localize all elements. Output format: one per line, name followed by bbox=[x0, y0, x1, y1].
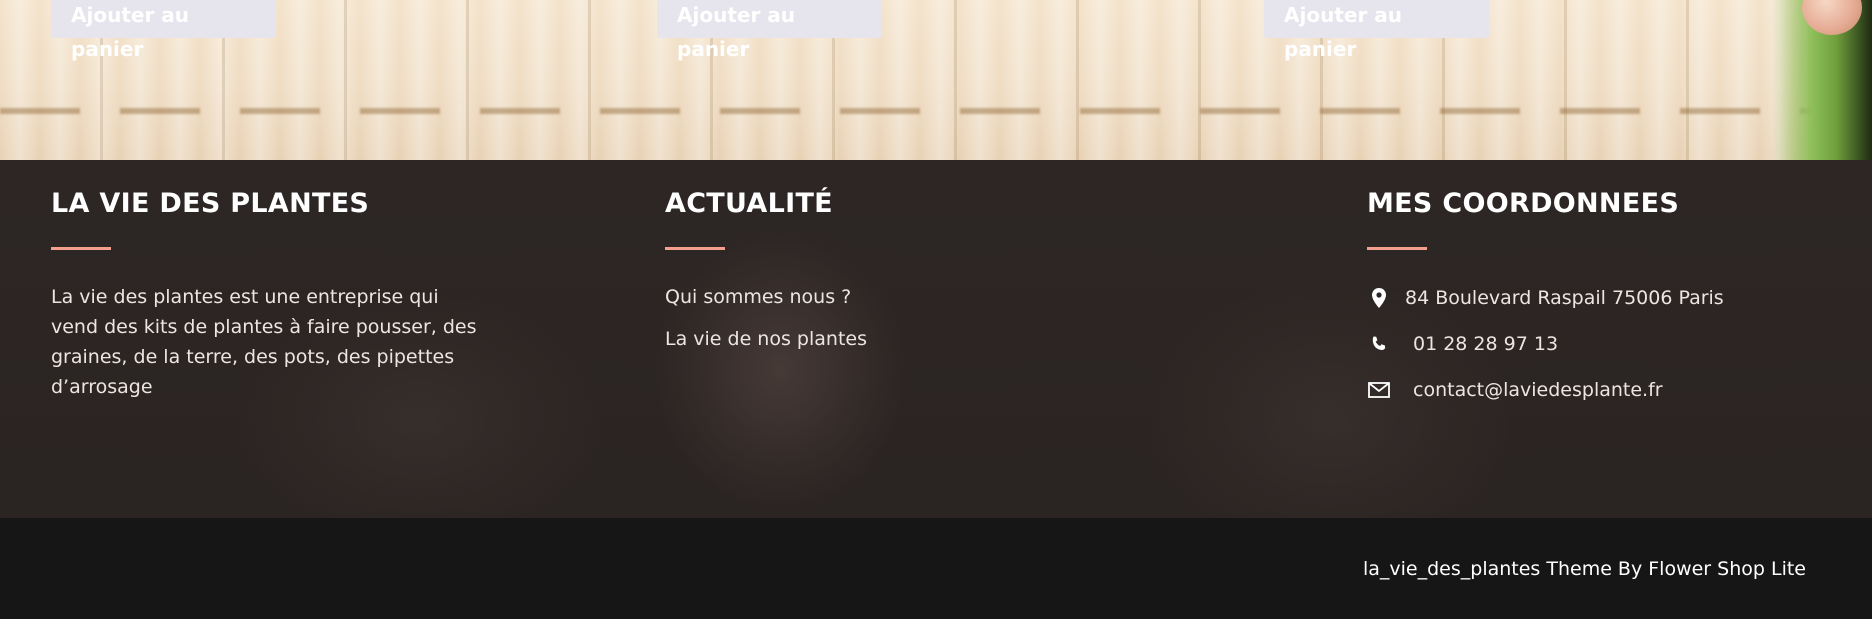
news-link-about-us[interactable]: Qui sommes nous ? bbox=[665, 286, 867, 308]
footer-news-title: ACTUALITÉ bbox=[665, 188, 833, 219]
footer-contact-column: MES COORDONNEES 84 Boulevard Raspail 750… bbox=[1367, 188, 1724, 402]
contact-address: 84 Boulevard Raspail 75006 Paris bbox=[1367, 286, 1724, 310]
theme-credit: la_vie_des_plantes Theme By Flower Shop … bbox=[1362, 558, 1806, 580]
title-underline bbox=[665, 247, 725, 250]
contact-phone-text: 01 28 28 97 13 bbox=[1413, 333, 1559, 355]
background-weave bbox=[0, 108, 1872, 114]
flower-decoration bbox=[1772, 0, 1872, 160]
map-marker-icon bbox=[1367, 286, 1391, 310]
footer-contact-title: MES COORDONNEES bbox=[1367, 188, 1680, 219]
phone-icon bbox=[1367, 332, 1391, 356]
contact-phone: 01 28 28 97 13 bbox=[1367, 332, 1724, 356]
add-to-cart-button[interactable]: Ajouter au panier bbox=[1264, 0, 1489, 61]
footer-news-column: ACTUALITÉ Qui sommes nous ? La vie de no… bbox=[665, 188, 867, 350]
contact-address-text: 84 Boulevard Raspail 75006 Paris bbox=[1405, 287, 1724, 309]
news-link-our-plants[interactable]: La vie de nos plantes bbox=[665, 328, 867, 350]
footer-main: LA VIE DES PLANTES La vie des plantes es… bbox=[0, 160, 1872, 518]
footer-about-column: LA VIE DES PLANTES La vie des plantes es… bbox=[51, 188, 491, 402]
title-underline bbox=[1367, 247, 1427, 250]
add-to-cart-button[interactable]: Ajouter au panier bbox=[51, 0, 276, 61]
footer-about-title: LA VIE DES PLANTES bbox=[51, 188, 370, 219]
title-underline bbox=[51, 247, 111, 250]
footer-bottom-bar: la_vie_des_plantes Theme By Flower Shop … bbox=[0, 518, 1872, 619]
footer-about-text: La vie des plantes est une entreprise qu… bbox=[51, 286, 477, 398]
products-strip: Ajouter au panier Ajouter au panier Ajou… bbox=[0, 0, 1872, 160]
contact-email: contact@laviedesplante.fr bbox=[1367, 378, 1724, 402]
add-to-cart-button[interactable]: Ajouter au panier bbox=[657, 0, 882, 61]
envelope-icon bbox=[1367, 378, 1391, 402]
contact-email-link[interactable]: contact@laviedesplante.fr bbox=[1413, 379, 1663, 401]
